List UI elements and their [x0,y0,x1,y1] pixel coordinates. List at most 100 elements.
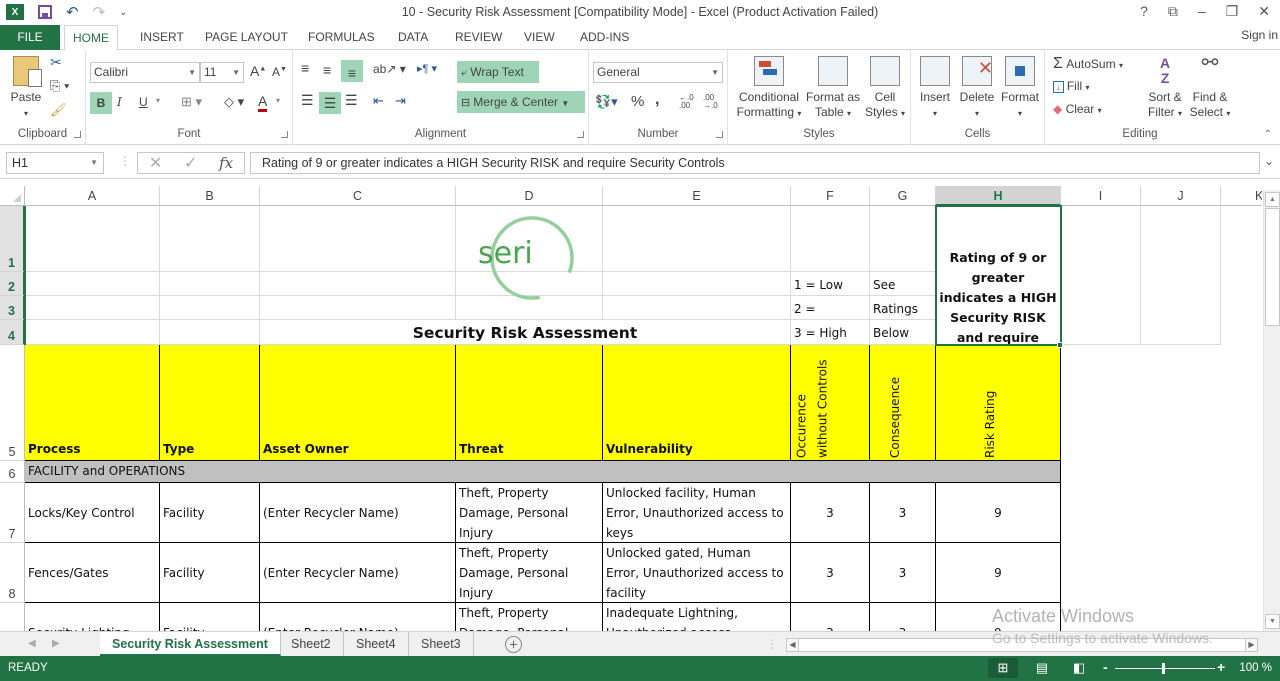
legend-scale-low[interactable]: 1 = Low [791,272,870,296]
paste-button[interactable]: Paste ▾ [6,56,46,121]
header-asset-owner[interactable]: Asset Owner [260,345,456,461]
cell-a3[interactable] [25,296,160,320]
cell-b4[interactable] [160,320,260,345]
wrap-text-button[interactable]: ⤶ Wrap Text [457,61,539,83]
cancel-entry-icon[interactable]: ✕ [149,153,162,173]
text-direction-icon[interactable]: ▸¶ ▾ [417,62,437,75]
autosum-button[interactable]: Σ AutoSum ▾ [1053,55,1123,73]
normal-view-button[interactable]: ⊞ [988,658,1018,678]
cell-a1[interactable] [25,206,160,272]
column-header-c[interactable]: C [260,186,456,206]
fill-handle[interactable] [1057,342,1063,348]
scroll-down-icon[interactable]: ▼ [1265,614,1280,629]
cell-g1[interactable] [870,206,936,272]
row8-vulnerability[interactable]: Unlocked gated, Human Error, Unauthorize… [603,543,791,603]
decrease-decimal-button[interactable]: .00 →.0 [703,94,725,110]
tab-add-ins[interactable]: ADD-INS [572,25,637,50]
minimize-icon[interactable]: – [1198,3,1206,20]
cell-e1[interactable] [603,206,791,272]
column-header-k[interactable]: K [1221,186,1262,206]
column-header-d[interactable]: D [456,186,603,206]
column-header-a[interactable]: A [25,186,160,206]
cell-i1[interactable] [1061,206,1141,345]
find-select-button[interactable]: ⚯ Find & Select ▾ [1187,53,1233,121]
row8-asset-owner[interactable]: (Enter Recycler Name) [260,543,456,603]
column-header-g[interactable]: G [870,186,936,206]
row-header-1[interactable]: 1 [0,206,25,272]
header-threat[interactable]: Threat [456,345,603,461]
comma-style-button[interactable]: , [655,91,659,109]
sheet-tab-sheet3[interactable]: Sheet3 [409,632,474,656]
tab-review[interactable]: REVIEW [447,25,510,50]
font-size-select[interactable]: 11 ▼ [200,62,244,83]
row7-asset-owner[interactable]: (Enter Recycler Name) [260,483,456,543]
collapse-ribbon-icon[interactable]: ⌃ [1264,129,1272,140]
close-icon[interactable]: ✕ [1258,3,1270,20]
increase-decimal-button[interactable]: ←.0 .00 [679,94,701,110]
font-color-dropdown-icon[interactable]: ▾ [276,96,280,105]
column-header-j[interactable]: J [1141,186,1221,206]
row7-risk-rating[interactable]: 9 [936,483,1061,543]
decrease-indent-icon[interactable]: ⇤ [373,93,384,109]
tab-home[interactable]: HOME [64,25,118,51]
cell-a2[interactable] [25,272,160,296]
restore-icon[interactable]: ❐ [1226,3,1239,20]
legend-scale-medium[interactable]: 2 = Medium [791,296,870,320]
cell-b1[interactable] [160,206,260,272]
formula-input[interactable]: Rating of 9 or greater indicates a HIGH … [250,152,1260,174]
fill-color-icon[interactable]: ◇ ▾ [224,94,244,110]
cell-styles-button[interactable]: Cell Styles ▾ [862,56,908,121]
underline-button[interactable]: U [139,95,148,109]
cell-a4[interactable] [25,320,160,345]
underline-dropdown-icon[interactable]: ▾ [156,96,160,105]
add-sheet-button[interactable]: + [505,636,522,653]
column-header-i[interactable]: I [1061,186,1141,206]
cell-b2[interactable] [160,272,260,296]
header-consequence[interactable]: Consequence [870,345,936,461]
row9-vulnerability[interactable]: Inadequate Lightning, Unauthorized acces… [603,603,791,631]
row9-probability[interactable]: 3 [791,603,870,631]
copy-icon[interactable]: ⎘ ▾ [50,78,69,94]
row9-type[interactable]: Facility [160,603,260,631]
page-layout-view-button[interactable]: ▤ [1027,658,1057,678]
zoom-level[interactable]: 100 % [1239,662,1272,674]
name-box[interactable]: H1 ▼ [6,152,104,174]
scroll-up-icon[interactable]: ▲ [1265,192,1280,207]
row-header-5[interactable]: 5 [0,345,25,461]
format-cells-button[interactable]: Format ▾ [999,56,1041,121]
font-name-select[interactable]: Calibri ▼ [90,62,200,83]
row-header-4[interactable]: 4 [0,320,25,345]
expand-formula-bar-icon[interactable]: ⌄ [1264,154,1274,168]
cell-e2[interactable] [603,272,791,296]
row7-type[interactable]: Facility [160,483,260,543]
column-header-b[interactable]: B [160,186,260,206]
row-header-7[interactable]: 7 [0,483,25,543]
legend-note-see[interactable]: See [870,272,936,296]
number-launcher-icon[interactable] [716,131,723,138]
align-center-icon[interactable]: ☰ [319,92,341,114]
worksheet-grid[interactable]: A B C D E F G H I J K 1 2 3 4 5 6 7 8 9 … [0,186,1262,631]
bottom-align-icon[interactable]: ≡ [341,60,363,82]
row7-probability[interactable]: 3 [791,483,870,543]
clipboard-launcher-icon[interactable] [74,131,81,138]
select-all-button[interactable] [0,186,25,206]
vertical-scroll-thumb[interactable] [1265,208,1280,326]
sign-in-link[interactable]: Sign in [1241,28,1278,42]
cell-f1[interactable] [791,206,870,272]
delete-cells-button[interactable]: ✕ Delete ▾ [957,56,997,121]
row8-consequence[interactable]: 3 [870,543,936,603]
row8-process[interactable]: Fences/Gates [25,543,160,603]
header-risk-rating[interactable]: Risk Rating [936,345,1061,461]
percent-style-button[interactable]: % [631,93,644,110]
tab-page-layout[interactable]: PAGE LAYOUT [197,25,296,50]
sheet-title[interactable]: Security Risk Assessment [260,320,791,345]
merge-center-button[interactable]: ⊟ Merge & Center ▼ [457,91,585,113]
cell-c2[interactable] [260,272,456,296]
zoom-slider-knob[interactable] [1162,663,1165,674]
scroll-right-icon[interactable]: ▶ [1245,639,1257,651]
tab-file[interactable]: FILE [0,25,60,50]
italic-button[interactable]: I [117,95,122,109]
sheet-tab-security-risk-assessment[interactable]: Security Risk Assessment [100,632,281,656]
row8-risk-rating[interactable]: 9 [936,543,1061,603]
row8-type[interactable]: Facility [160,543,260,603]
